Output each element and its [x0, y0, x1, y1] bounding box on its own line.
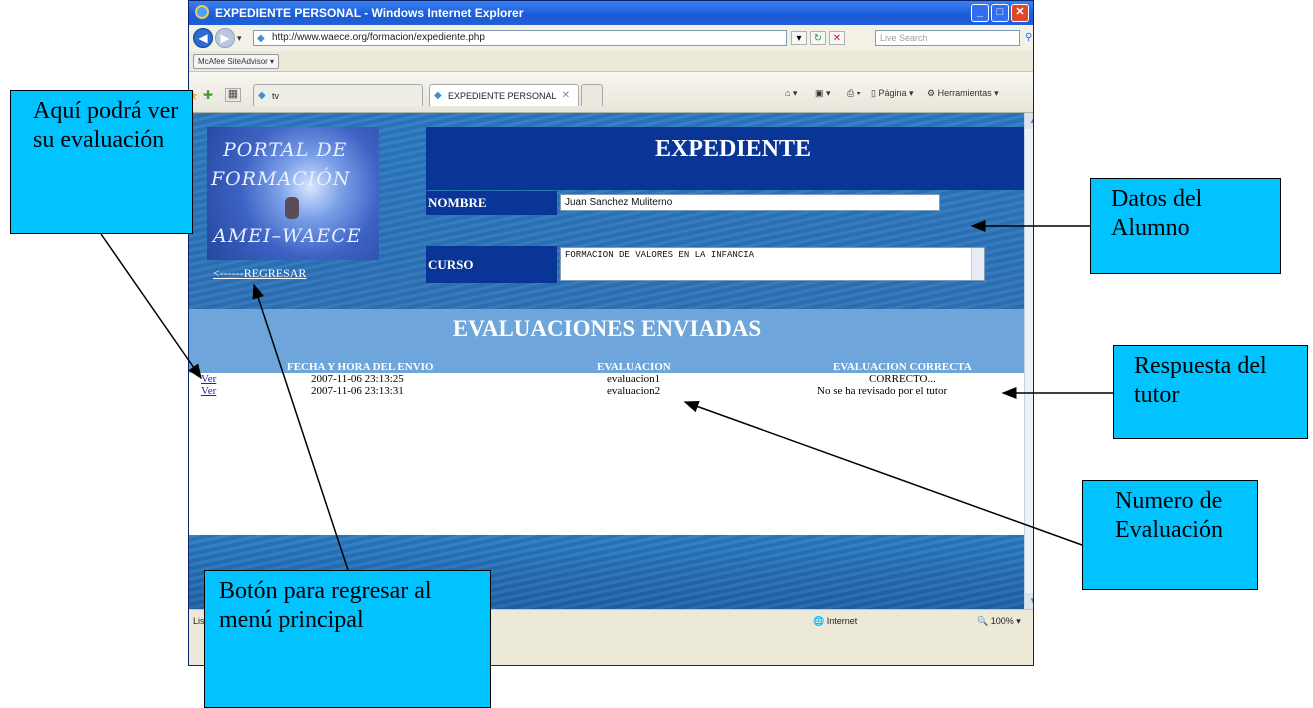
table-cell: evaluacion1: [607, 373, 661, 385]
page-menu-label: Página: [878, 88, 907, 98]
url-dropdown-icon[interactable]: ▾: [791, 31, 807, 45]
maximize-button[interactable]: □: [991, 4, 1009, 22]
logo-line: AMEI–WAECE: [213, 225, 362, 247]
browser-window: EXPEDIENTE PERSONAL - Windows Internet E…: [188, 0, 1034, 666]
table-cell: 2007-11-06 23:13:31: [311, 385, 404, 397]
curso-label: CURSO: [426, 246, 557, 283]
page-icon: ◆: [258, 90, 266, 101]
zone-label: Internet: [826, 616, 858, 626]
logo-figure: [285, 197, 299, 219]
add-favorite-icon[interactable]: ✚: [203, 88, 213, 102]
column-header: EVALUACION CORRECTA: [833, 361, 972, 373]
table-cell: CORRECTO...: [869, 373, 936, 385]
window-title: EXPEDIENTE PERSONAL - Windows Internet E…: [215, 6, 524, 20]
print-icon[interactable]: ⎙ ▾: [847, 88, 860, 99]
callout-evaluacion: Aquí podrá ver su evaluación: [10, 90, 193, 234]
stop-icon[interactable]: ✕: [829, 31, 845, 45]
search-icon[interactable]: ⚲: [1025, 30, 1033, 46]
portal-logo: PORTAL DE FORMACIÓN AMEI–WAECE: [207, 127, 379, 260]
ver-link[interactable]: Ver: [201, 373, 216, 385]
url-input[interactable]: ◆ http://www.waece.org/formacion/expedie…: [253, 30, 787, 46]
security-zone: 🌐 Internet: [813, 616, 858, 626]
curso-scrollbar[interactable]: [971, 248, 984, 280]
status-text: Lis: [193, 616, 205, 626]
table-header: FECHA Y HORA DEL ENVIO EVALUACION EVALUA…: [189, 353, 1025, 373]
section-title: EVALUACIONES ENVIADAS: [189, 309, 1025, 353]
tab-label: EXPEDIENTE PERSONAL: [448, 91, 557, 101]
curso-value: FORMACION DE VALORES EN LA INFANCIA: [565, 250, 755, 260]
mcafee-siteadvisor-button[interactable]: McAfee SiteAdvisor ▾: [193, 54, 280, 69]
table-cell: 2007-11-06 23:13:25: [311, 373, 404, 385]
home-icon[interactable]: ⌂ ▾: [785, 88, 797, 99]
title-bar: EXPEDIENTE PERSONAL - Windows Internet E…: [189, 1, 1033, 25]
close-tab-icon[interactable]: ✕: [562, 85, 570, 107]
refresh-icon[interactable]: ↻: [810, 31, 826, 45]
minimize-button[interactable]: _: [971, 4, 989, 22]
callout-numero-evaluacion: Numero de Evaluación: [1082, 480, 1258, 590]
curso-field[interactable]: FORMACION DE VALORES EN LA INFANCIA: [560, 247, 985, 281]
zoom-level: 100%: [990, 616, 1014, 626]
close-button[interactable]: ✕: [1011, 4, 1029, 22]
table-cell: No se ha revisado por el tutor: [817, 385, 948, 397]
search-input[interactable]: Live Search: [875, 30, 1020, 46]
evaluations-table: Ver 2007-11-06 23:13:25 evaluacion1 CORR…: [189, 373, 1025, 535]
ie-logo-icon: [195, 5, 209, 19]
tab-tv[interactable]: ◆ tv: [253, 84, 423, 106]
tab-bar: ★ ✚ ▦ ◆ tv ◆ EXPEDIENTE PERSONAL ✕ ⌂ ▾ ▣…: [189, 72, 1033, 113]
tools-menu[interactable]: ⚙ Herramientas ▾: [927, 88, 999, 99]
search-placeholder: Live Search: [880, 33, 928, 43]
logo-line: PORTAL DE: [223, 139, 348, 161]
page-content: PORTAL DE FORMACIÓN AMEI–WAECE <------RE…: [189, 113, 1033, 609]
page-scrollbar[interactable]: ▲ ▼: [1024, 113, 1033, 609]
feeds-icon[interactable]: ▣ ▾: [815, 88, 831, 99]
page-title: EXPEDIENTE: [426, 127, 1033, 190]
page-icon: ◆: [257, 33, 265, 44]
callout-datos-alumno: Datos del Alumno: [1090, 178, 1281, 274]
back-button[interactable]: ◀: [193, 28, 213, 48]
links-bar: McAfee SiteAdvisor ▾: [189, 51, 1033, 72]
scroll-up-icon[interactable]: ▲: [1025, 113, 1033, 129]
forward-button[interactable]: ▶: [215, 28, 235, 48]
callout-respuesta-tutor: Respuesta del tutor: [1113, 345, 1308, 439]
arrow-evaluacion: [100, 233, 202, 380]
scroll-down-icon[interactable]: ▼: [1025, 593, 1033, 609]
page-icon: ◆: [434, 90, 442, 101]
new-tab-button[interactable]: [581, 84, 603, 106]
ver-link[interactable]: Ver: [201, 385, 216, 397]
quick-tabs-icon[interactable]: ▦: [225, 88, 241, 102]
mcafee-label: McAfee SiteAdvisor: [198, 57, 268, 66]
tab-label: tv: [272, 91, 280, 101]
tools-menu-label: Herramientas: [937, 88, 992, 98]
column-header: EVALUACION: [597, 361, 671, 373]
nombre-label: NOMBRE: [426, 191, 557, 215]
regresar-link[interactable]: <------REGRESAR: [213, 266, 306, 281]
callout-boton-regresar: Botón para regresar al menú principal: [204, 570, 491, 708]
url-text: http://www.waece.org/formacion/expedient…: [272, 32, 485, 43]
history-dropdown-icon[interactable]: ▾: [237, 33, 242, 44]
table-cell: evaluacion2: [607, 385, 661, 397]
tab-expediente[interactable]: ◆ EXPEDIENTE PERSONAL ✕: [429, 84, 579, 106]
address-bar: ◀ ▶ ▾ ◆ http://www.waece.org/formacion/e…: [189, 25, 1033, 51]
page-menu[interactable]: ▯ Página ▾: [871, 88, 914, 99]
zoom-control[interactable]: 🔍 100% ▾: [977, 610, 1021, 632]
nombre-field[interactable]: Juan Sanchez Muliterno: [560, 194, 940, 211]
logo-line: FORMACIÓN: [211, 168, 351, 190]
column-header: FECHA Y HORA DEL ENVIO: [287, 361, 434, 373]
